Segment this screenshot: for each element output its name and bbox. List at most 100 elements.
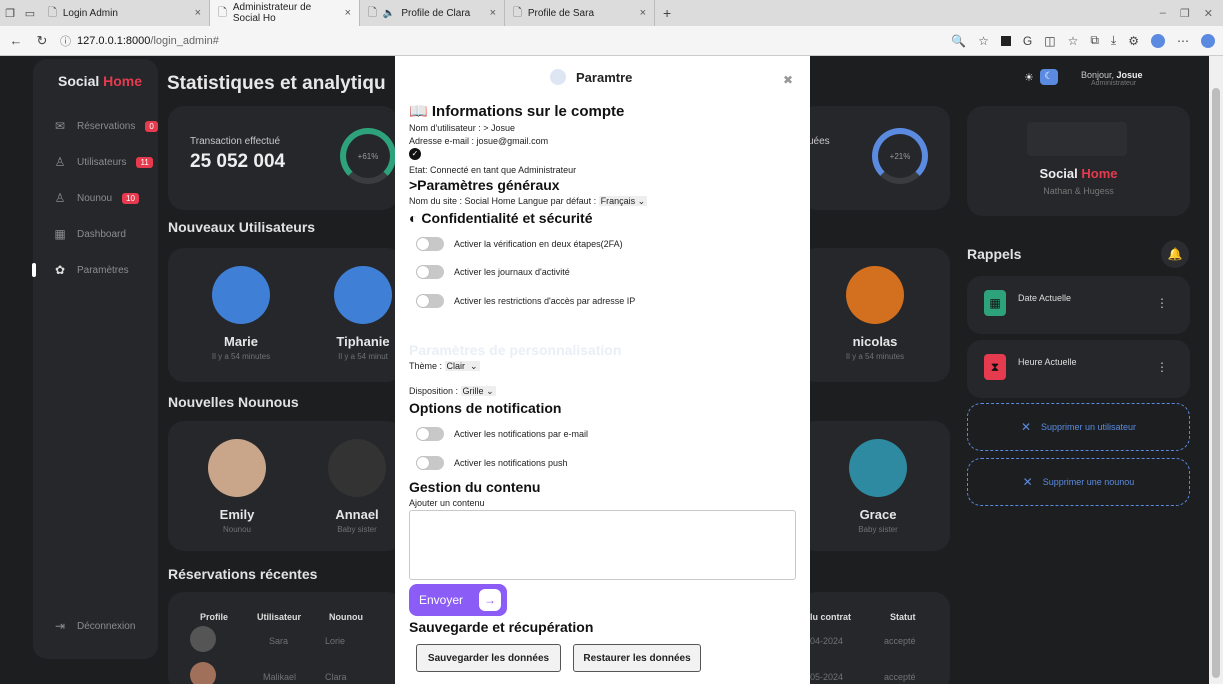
favorite-icon[interactable]: ☆ [978, 34, 989, 48]
theme-toggle[interactable]: ☀ ☾ [1024, 68, 1062, 86]
sun-icon: ☀ [1024, 71, 1034, 84]
switch[interactable] [416, 294, 444, 308]
toolbar-extensions: 🔍 ☆ G ◫ ☆ ⧉ ⤓ ⚙ ⋯ [951, 33, 1215, 48]
toggle-push-notifications[interactable]: Activer les notifications push [416, 456, 568, 470]
restore-icon[interactable]: ❐ [1180, 7, 1190, 20]
stat-value: 25 052 004 [190, 151, 286, 172]
gear-icon: ✿ [54, 263, 66, 277]
page-scrollbar[interactable] [1209, 56, 1223, 684]
tab-actions-icon[interactable]: ▭ [20, 7, 40, 20]
gear-icon [550, 69, 566, 85]
reminder-label: Date Actuelle [1018, 293, 1072, 303]
close-tab-icon[interactable]: × [490, 7, 496, 19]
sidebar-item-reservations[interactable]: ✉ Réservations 0 [53, 119, 158, 133]
favorites-icon[interactable]: ☆ [1068, 34, 1079, 48]
avatar [190, 626, 216, 652]
toggle-2fa[interactable]: Activer la vérification en deux étapes(2… [416, 237, 623, 251]
brand-part-a: Social [58, 73, 104, 89]
extension-g-icon[interactable]: G [1023, 34, 1032, 48]
extension-puzzle-icon[interactable]: ⚙ [1128, 34, 1139, 48]
back-icon[interactable]: ← [8, 33, 24, 48]
close-tab-icon[interactable]: × [640, 7, 646, 19]
cell-user: Sara [269, 636, 289, 646]
logout-button[interactable]: ⇥ Déconnexion [53, 619, 135, 633]
scrollbar-thumb[interactable] [1212, 88, 1220, 678]
more-icon[interactable]: ⋯ [1177, 34, 1189, 48]
theme-row: Thème : Clair ⌄ [409, 361, 480, 372]
toggle-email-notifications[interactable]: Activer les notifications par e-mail [416, 427, 588, 441]
switch[interactable] [416, 265, 444, 279]
close-tab-icon[interactable]: × [195, 7, 201, 19]
layout-row: Disposition : Grille ⌄ [409, 386, 496, 397]
close-icon[interactable]: ✖ [783, 73, 793, 87]
reminder-time[interactable]: ⧗ Heure Actuelle ⋮ [967, 340, 1190, 398]
count-badge: 10 [122, 192, 139, 204]
new-users-title: Nouveaux Utilisateurs [168, 219, 316, 235]
toggle-activity-logs[interactable]: Activer les journaux d'activité [416, 265, 570, 279]
content-textarea[interactable] [409, 510, 796, 580]
nanny-card-grace[interactable]: Grace Baby sister [833, 439, 923, 534]
theme-select[interactable]: Clair ⌄ [444, 361, 480, 371]
sidebar-item-nannies[interactable]: ♙ Nounou 10 [53, 191, 139, 205]
user-icon: ♙ [54, 191, 66, 205]
sidebar-item-dashboard[interactable]: ▦ Dashboard [53, 227, 126, 241]
gauge-pct: +21% [889, 152, 911, 161]
reload-icon[interactable]: ↻ [34, 33, 50, 49]
close-window-icon[interactable]: ✕ [1204, 7, 1213, 20]
tab-profile-sara[interactable]: 🗋 Profile de Sara × [505, 0, 655, 26]
close-tab-icon[interactable]: × [345, 7, 351, 19]
delete-user-button[interactable]: ✕ Supprimer un utilisateur [967, 403, 1190, 451]
new-tab-icon[interactable]: + [655, 5, 679, 21]
sidebar-item-users[interactable]: ♙ Utilisateurs 11 [53, 155, 153, 169]
reservations-table-right: lu contrat Statut 04-2024 accepté 05-202… [800, 592, 950, 684]
col-user: Utilisateur [257, 612, 302, 622]
send-button[interactable]: Envoyer → [409, 584, 507, 616]
profile-icon[interactable] [1151, 33, 1165, 48]
delete-nanny-button[interactable]: ✕ Supprimer une nounou [967, 458, 1190, 506]
split-screen-icon[interactable]: ◫ [1044, 34, 1055, 48]
cell-date: 04-2024 [810, 636, 844, 646]
sidebar-item-settings[interactable]: ✿ Paramètres [53, 263, 129, 277]
tab-profile-clara[interactable]: 🗋 🔈 Profile de Clara × [360, 0, 505, 26]
copilot-icon[interactable] [1201, 33, 1215, 48]
more-icon[interactable]: ⋮ [1156, 360, 1168, 374]
restore-data-button[interactable]: Restaurer les données [573, 644, 701, 672]
audio-icon[interactable]: 🔈 [383, 8, 395, 19]
info-icon[interactable]: ⓘ [60, 33, 71, 49]
switch[interactable] [416, 237, 444, 251]
sidebar-label: Utilisateurs [77, 156, 127, 168]
extension-icon[interactable] [1000, 35, 1011, 46]
account-heading: 📖 Informations sur le compte [409, 102, 624, 120]
downloads-icon[interactable]: ⤓ [1111, 33, 1116, 48]
nanny-card-emily[interactable]: Emily Nounou [192, 439, 282, 534]
zoom-icon[interactable]: 🔍 [951, 34, 966, 48]
gauge-pct: +61% [357, 152, 379, 161]
moon-icon: ☾ [1039, 69, 1058, 85]
layout-select[interactable]: Grille ⌄ [460, 386, 496, 396]
url-field[interactable]: ⓘ 127.0.0.1:8000/login_admin# [60, 33, 219, 49]
email-text: Adresse e-mail : josue@gmail.com [409, 136, 549, 146]
tab-login-admin[interactable]: 🗋 Login Admin × [40, 0, 210, 26]
reminder-date[interactable]: ▦ Date Actuelle ⋮ [967, 276, 1190, 334]
notifications-heading: Options de notification [409, 400, 562, 416]
user-card-nicolas[interactable]: nicolas Il y a 54 minutes [830, 266, 920, 361]
collections-icon[interactable]: ⧉ [1090, 33, 1099, 48]
tab-label: Profile de Sara [527, 7, 595, 19]
workspaces-icon[interactable]: ❐ [0, 7, 20, 20]
tab-admin[interactable]: 🗋 Administrateur de Social Ho × [210, 0, 360, 26]
recent-reservations-title: Réservations récentes [168, 566, 318, 582]
cell-nanny: Clara [325, 672, 347, 682]
toggle-ip-restrictions[interactable]: Activer les restrictions d'accès par adr… [416, 294, 635, 308]
save-data-button[interactable]: Sauvegarder les données [416, 644, 561, 672]
site-name-row: Nom du site : Social Home Langue par déf… [409, 196, 648, 207]
table-row: 05-2024 accepté [810, 672, 916, 682]
minimize-icon[interactable]: – [1160, 7, 1166, 20]
more-icon[interactable]: ⋮ [1156, 296, 1168, 310]
bell-icon[interactable]: 🔔 [1161, 240, 1189, 268]
switch[interactable] [416, 456, 444, 470]
language-select[interactable]: Français ⌄ [598, 196, 648, 206]
nanny-card-annael[interactable]: Annael Baby sister [312, 439, 402, 534]
user-card-marie[interactable]: Marie Il y a 54 minutes [196, 266, 286, 361]
switch[interactable] [416, 427, 444, 441]
col-profile: Profile [200, 612, 229, 622]
